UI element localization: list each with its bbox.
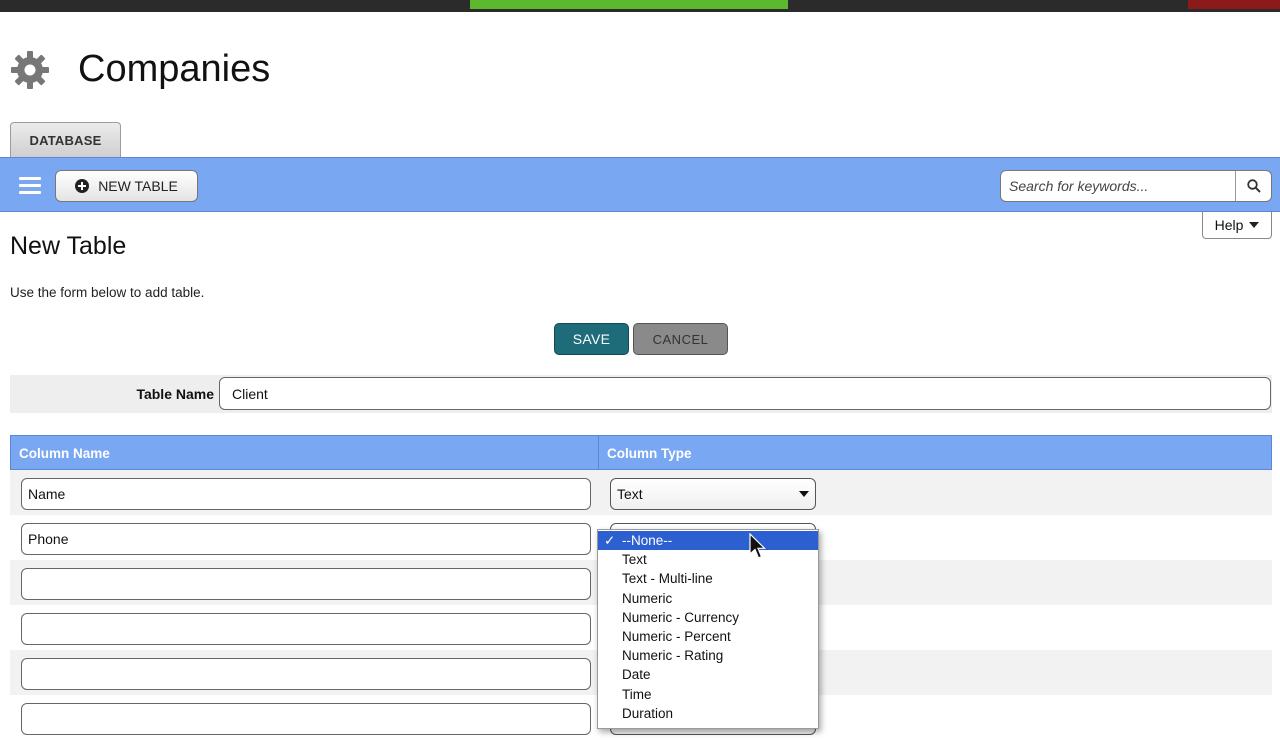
dropdown-option[interactable]: Numeric - Currency — [598, 608, 818, 627]
new-table-button[interactable]: NEW TABLE — [55, 170, 198, 202]
column-type-select[interactable]: Text — [610, 478, 816, 510]
dropdown-option[interactable]: Text — [598, 550, 818, 569]
search-input[interactable] — [1001, 171, 1235, 201]
column-type-dropdown: ✓ --None-- Text Text - Multi-line Numeri… — [597, 529, 819, 729]
browser-bar-green-block — [470, 0, 788, 9]
browser-top-bar — [0, 0, 1280, 12]
chevron-down-icon — [1249, 222, 1260, 228]
help-label: Help — [1214, 217, 1244, 233]
column-name-input[interactable] — [21, 478, 591, 510]
column-name-input[interactable] — [21, 568, 591, 600]
app-header: Companies — [0, 38, 600, 98]
save-button[interactable]: SAVE — [554, 323, 629, 355]
dropdown-option[interactable]: Time — [598, 685, 818, 704]
page-title: New Table — [10, 232, 127, 260]
column-name-input[interactable] — [21, 703, 591, 735]
search-box — [1000, 170, 1272, 202]
dropdown-option[interactable]: ✓ --None-- — [598, 531, 818, 551]
column-name-input[interactable] — [21, 523, 591, 555]
database-tab[interactable]: DATABASE — [10, 122, 121, 157]
app-title: Companies — [78, 48, 271, 90]
column-name-header: Column Name — [11, 436, 599, 469]
checkmark-icon: ✓ — [604, 533, 616, 548]
dropdown-option[interactable]: Numeric - Percent — [598, 627, 818, 646]
table-row: Text — [10, 470, 1272, 515]
columns-header: Column Name Column Type — [10, 435, 1272, 470]
hamburger-icon[interactable] — [19, 177, 41, 194]
browser-bar-red-block — [1188, 0, 1280, 9]
navbar: NEW TABLE — [0, 157, 1280, 212]
column-type-value: Text — [617, 486, 643, 502]
column-name-input[interactable] — [21, 658, 591, 690]
page-description: Use the form below to add table. — [10, 285, 205, 300]
new-table-label: NEW TABLE — [98, 178, 178, 194]
dropdown-option[interactable]: Text - Multi-line — [598, 569, 818, 588]
dropdown-option[interactable]: Date — [598, 665, 818, 684]
table-name-label: Table Name — [136, 386, 214, 402]
gear-icon — [11, 51, 49, 89]
dropdown-option[interactable]: Numeric — [598, 589, 818, 608]
cancel-button[interactable]: CANCEL — [633, 323, 728, 355]
column-name-input[interactable] — [21, 613, 591, 645]
column-type-header: Column Type — [607, 446, 692, 461]
chevron-down-icon — [799, 491, 809, 497]
search-button[interactable] — [1235, 171, 1271, 201]
search-icon — [1246, 179, 1261, 193]
table-name-row: Table Name — [10, 375, 1272, 413]
plus-circle-icon — [75, 179, 90, 193]
dropdown-option[interactable]: Numeric - Rating — [598, 646, 818, 665]
table-name-input[interactable] — [219, 377, 1271, 410]
help-button[interactable]: Help — [1202, 212, 1272, 239]
